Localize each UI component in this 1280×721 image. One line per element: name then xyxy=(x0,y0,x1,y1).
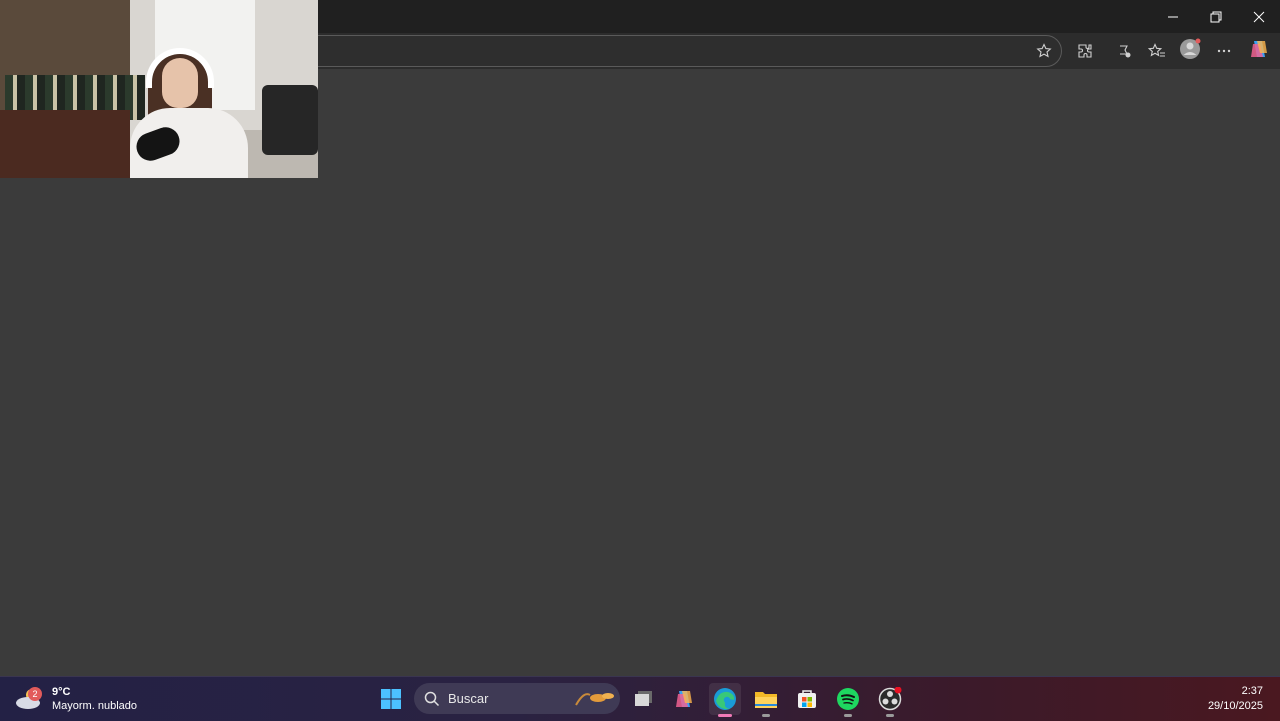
file-explorer-button[interactable] xyxy=(750,683,782,717)
file-explorer-icon xyxy=(755,692,777,708)
taskbar: 2 9°C Mayorm. nublado Buscar 2:37 29/10/… xyxy=(0,676,1280,721)
obs-icon xyxy=(878,687,902,711)
minimize-icon xyxy=(1168,16,1178,17)
store-button[interactable] xyxy=(791,683,823,715)
search-label: Buscar xyxy=(448,691,489,706)
clock-date: 29/10/2025 xyxy=(1207,700,1263,712)
webcam-overlay xyxy=(0,0,318,178)
minimize-button[interactable] xyxy=(1151,0,1195,33)
copilot-icon xyxy=(676,691,692,707)
more-icon[interactable] xyxy=(1213,40,1235,62)
start-icon xyxy=(381,689,401,709)
clock-time: 2:37 xyxy=(1241,685,1263,697)
profile-icon[interactable] xyxy=(1179,38,1201,60)
close-button[interactable] xyxy=(1237,0,1280,33)
close-icon xyxy=(1253,11,1265,22)
running-indicator xyxy=(844,714,852,717)
obs-button[interactable] xyxy=(874,683,906,717)
restore-button[interactable] xyxy=(1194,0,1238,33)
weather-temp: 9°C xyxy=(52,686,71,698)
running-indicator xyxy=(886,714,894,717)
star-icon[interactable] xyxy=(1033,40,1055,62)
weather-badge: 2 xyxy=(28,687,42,701)
weather-condition: Mayorm. nublado xyxy=(52,700,137,712)
system-clock[interactable]: 2:37 29/10/2025 xyxy=(1208,684,1263,714)
running-indicator xyxy=(762,714,770,717)
taskbar-search[interactable]: Buscar xyxy=(414,683,620,714)
search-highlight-icon xyxy=(575,693,614,706)
edge-icon xyxy=(714,688,736,710)
task-view-button[interactable] xyxy=(628,683,660,715)
read-aloud-icon[interactable] xyxy=(1113,40,1135,62)
favorites-icon[interactable] xyxy=(1146,40,1168,62)
address-bar[interactable] xyxy=(300,35,1062,67)
copilot-icon[interactable] xyxy=(1248,38,1270,60)
search-icon xyxy=(424,691,440,706)
start-button[interactable] xyxy=(375,683,407,715)
active-indicator xyxy=(718,714,732,717)
edge-app-button[interactable] xyxy=(709,683,741,717)
store-icon xyxy=(798,690,816,708)
restore-icon xyxy=(1210,11,1222,22)
extensions-icon[interactable] xyxy=(1074,40,1096,62)
task-view-icon xyxy=(635,691,652,706)
spotify-icon xyxy=(837,688,859,710)
copilot-app-button[interactable] xyxy=(668,683,700,715)
spotify-button[interactable] xyxy=(832,683,864,717)
weather-widget[interactable]: 2 9°C Mayorm. nublado xyxy=(14,682,137,716)
